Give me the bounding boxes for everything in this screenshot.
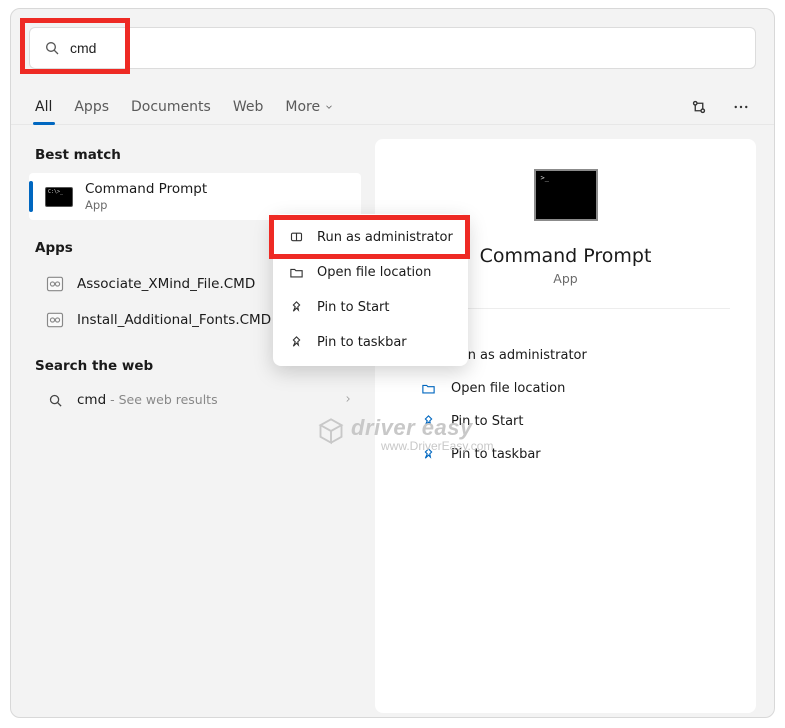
pin-icon xyxy=(287,335,305,350)
annotation-highlight xyxy=(20,18,130,74)
tab-all[interactable]: All xyxy=(35,89,52,124)
ctx-label: Open file location xyxy=(317,265,431,280)
pin-icon xyxy=(419,414,437,429)
folder-icon xyxy=(287,265,305,280)
tabs-row: All Apps Documents Web More xyxy=(11,89,774,125)
action-pin-taskbar[interactable]: Pin to taskbar xyxy=(419,438,730,471)
action-open-location[interactable]: Open file location xyxy=(419,372,730,405)
result-sub: App xyxy=(85,198,207,212)
recent-apps-icon[interactable] xyxy=(686,94,712,120)
action-label: Open file location xyxy=(451,381,565,396)
tab-more[interactable]: More xyxy=(285,89,334,124)
ctx-pin-start[interactable]: Pin to Start xyxy=(279,290,462,325)
action-label: Pin to Start xyxy=(451,414,523,429)
chevron-right-icon xyxy=(343,392,353,408)
chevron-down-icon xyxy=(324,102,334,112)
tab-more-label: More xyxy=(285,99,320,115)
ctx-label: Pin to Start xyxy=(317,300,389,315)
result-app-label: Install_Additional_Fonts.CMD xyxy=(77,312,271,328)
ctx-pin-taskbar[interactable]: Pin to taskbar xyxy=(279,325,462,360)
section-best-match: Best match xyxy=(29,139,361,173)
ctx-open-location[interactable]: Open file location xyxy=(279,255,462,290)
gear-file-icon xyxy=(45,310,65,330)
context-menu: Run as administrator Open file location … xyxy=(273,214,468,366)
web-query-text: cmd - See web results xyxy=(77,392,218,408)
pin-icon xyxy=(419,447,437,462)
action-label: Pin to taskbar xyxy=(451,447,541,462)
result-app-label: Associate_XMind_File.CMD xyxy=(77,276,255,292)
tab-web[interactable]: Web xyxy=(233,89,264,124)
ctx-run-admin[interactable]: Run as administrator xyxy=(279,220,462,255)
tab-documents[interactable]: Documents xyxy=(131,89,211,124)
shield-icon xyxy=(287,230,305,245)
result-command-prompt[interactable]: Command Prompt App xyxy=(29,173,361,220)
search-window: All Apps Documents Web More Best match C… xyxy=(10,8,775,718)
cmd-app-icon xyxy=(45,187,73,207)
pin-icon xyxy=(287,300,305,315)
folder-icon xyxy=(419,381,437,396)
search-input[interactable] xyxy=(70,40,741,56)
ctx-label: Pin to taskbar xyxy=(317,335,407,350)
gear-file-icon xyxy=(45,274,65,294)
ctx-label: Run as administrator xyxy=(317,230,453,245)
action-label: Run as administrator xyxy=(451,348,587,363)
result-web-item[interactable]: cmd - See web results xyxy=(29,384,361,416)
result-title: Command Prompt xyxy=(85,181,207,197)
action-pin-start[interactable]: Pin to Start xyxy=(419,405,730,438)
cmd-large-icon xyxy=(534,169,598,221)
search-bar[interactable] xyxy=(29,27,756,69)
tab-apps[interactable]: Apps xyxy=(74,89,109,124)
search-icon xyxy=(45,393,65,408)
more-options-icon[interactable] xyxy=(728,94,754,120)
